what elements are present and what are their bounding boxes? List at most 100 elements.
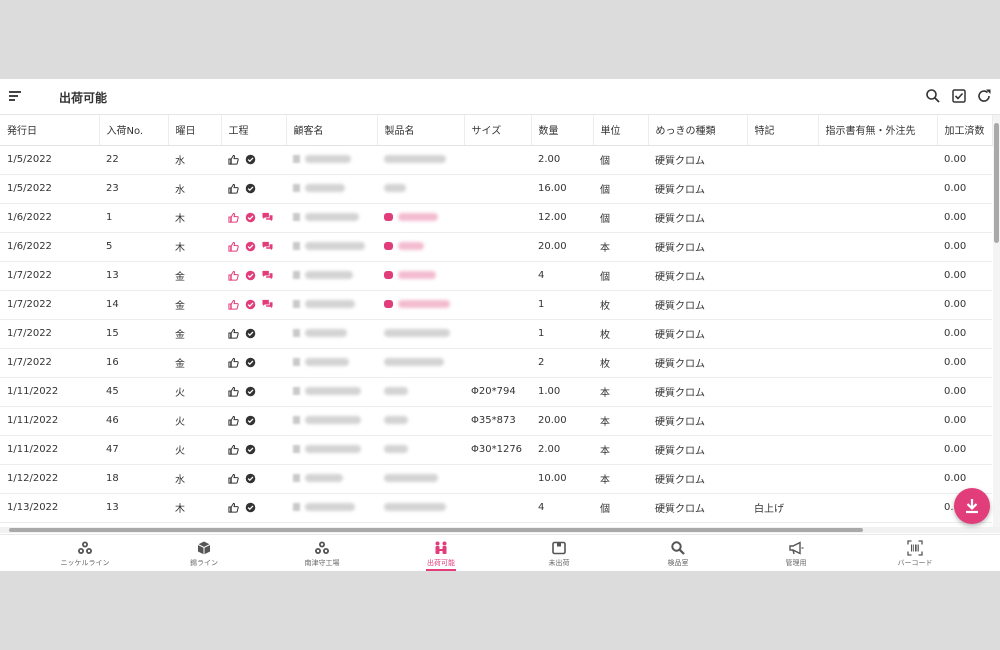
table-row[interactable]: 1/7/2022 15 金 1 枚硬質クロム 0.00 <box>0 319 992 349</box>
column-header[interactable]: 加工済数 <box>937 115 993 146</box>
thumbs-up-icon[interactable] <box>228 270 239 281</box>
download-button[interactable] <box>954 488 990 524</box>
column-header[interactable]: 入荷No. <box>99 115 169 146</box>
nav-item[interactable]: 検品室 <box>623 535 733 572</box>
customer-cell-redacted <box>286 174 377 204</box>
table-cell: 0.00 <box>937 261 992 291</box>
table-cell <box>747 319 818 349</box>
table-cell <box>464 145 531 175</box>
nav-item[interactable]: 錫ライン <box>149 535 259 572</box>
check-circle-icon[interactable] <box>245 270 256 281</box>
refresh-icon[interactable] <box>976 88 992 104</box>
table-row[interactable]: 1/13/202213木4個硬質クロム白上げ0.00 <box>0 493 992 523</box>
check-circle-icon[interactable] <box>245 415 256 426</box>
menu-icon[interactable] <box>9 89 23 103</box>
chat-icon[interactable] <box>262 299 273 310</box>
column-header[interactable]: 発行日 <box>0 115 100 146</box>
column-header[interactable]: 製品名 <box>377 115 465 146</box>
chat-icon[interactable] <box>262 212 273 223</box>
check-circle-icon[interactable] <box>245 154 256 165</box>
thumbs-up-icon[interactable] <box>228 183 239 194</box>
table-cell <box>818 290 937 320</box>
table-row[interactable]: 1/7/2022 14 金 1 枚硬質クロム 0.00 <box>0 290 992 320</box>
table-cell: 木 <box>168 232 221 262</box>
column-header[interactable]: 指示書有無・外注先 <box>818 115 938 146</box>
customer-cell-redacted <box>286 261 377 291</box>
check-circle-icon[interactable] <box>245 386 256 397</box>
table-row[interactable]: 1/11/2022 45 火 Φ20*794 1.00 本硬質クロム 0.00 <box>0 377 992 407</box>
thumbs-up-icon[interactable] <box>228 212 239 223</box>
table-cell: 個 <box>593 493 648 523</box>
thumbs-up-icon[interactable] <box>228 415 239 426</box>
product-cell-redacted <box>377 232 464 262</box>
table-cell: 2.00 <box>531 435 593 465</box>
table-row[interactable]: 1/6/2022 5 木 20.00 本硬質クロム 0.00 <box>0 232 992 262</box>
table-row[interactable]: 1/7/2022 13 金 4 個硬質クロム 0.00 <box>0 261 992 291</box>
chat-icon[interactable] <box>262 270 273 281</box>
check-circle-icon[interactable] <box>245 502 256 513</box>
nav-item[interactable]: 出荷可能 <box>386 535 496 572</box>
column-header[interactable]: 単位 <box>593 115 649 146</box>
table-cell <box>747 348 818 378</box>
thumbs-up-icon[interactable] <box>228 502 239 513</box>
nav-item[interactable]: 管理用 <box>741 535 851 572</box>
table-row[interactable]: 1/7/2022 16 金 2 枚硬質クロム 0.00 <box>0 348 992 378</box>
nav-item[interactable]: 未出荷 <box>504 535 614 572</box>
check-circle-icon[interactable] <box>245 241 256 252</box>
check-circle-icon[interactable] <box>245 328 256 339</box>
table-cell: 0.00 <box>937 435 992 465</box>
thumbs-up-icon[interactable] <box>228 386 239 397</box>
check-circle-icon[interactable] <box>245 357 256 368</box>
table-cell: Φ20*794 <box>464 377 531 407</box>
table-cell: 枚 <box>593 319 648 349</box>
table-row[interactable]: 1/5/2022 22 水 2.00 個硬質クロム 0.00 <box>0 145 992 175</box>
column-header[interactable]: 特記 <box>747 115 819 146</box>
thumbs-up-icon[interactable] <box>228 299 239 310</box>
table-cell <box>818 174 937 204</box>
check-circle-icon[interactable] <box>245 444 256 455</box>
table-row[interactable]: 1/12/2022 18 水 10.00 本硬質クロム 0.00 <box>0 464 992 494</box>
customer-cell-redacted <box>286 290 377 320</box>
column-header[interactable]: めっきの種類 <box>648 115 748 146</box>
thumbs-up-icon[interactable] <box>228 473 239 484</box>
column-header[interactable]: サイズ <box>464 115 532 146</box>
nav-item[interactable]: ニッケルライン <box>30 535 140 572</box>
vertical-scrollbar[interactable] <box>993 115 1000 527</box>
product-cell-redacted <box>377 377 464 407</box>
thumbs-up-icon[interactable] <box>228 241 239 252</box>
thumbs-up-icon[interactable] <box>228 357 239 368</box>
column-header[interactable]: 数量 <box>531 115 594 146</box>
table-cell: 硬質クロム <box>648 435 747 465</box>
process-cell <box>221 319 286 349</box>
check-circle-icon[interactable] <box>245 299 256 310</box>
thumbs-up-icon[interactable] <box>228 444 239 455</box>
table-cell <box>818 145 937 175</box>
table-cell: 0.00 <box>937 377 992 407</box>
table-cell: 1/5/2022 <box>0 145 99 175</box>
column-header[interactable]: 顧客名 <box>286 115 378 146</box>
checkbox-icon[interactable] <box>951 88 967 104</box>
column-header[interactable]: 曜日 <box>168 115 222 146</box>
molecule-icon <box>77 540 93 556</box>
table-row[interactable]: 1/11/2022 47 火 Φ30*1276 2.00 本硬質クロム 0.00 <box>0 435 992 465</box>
thumbs-up-icon[interactable] <box>228 154 239 165</box>
column-header[interactable]: 工程 <box>221 115 287 146</box>
table-cell: 個 <box>593 145 648 175</box>
check-circle-icon[interactable] <box>245 183 256 194</box>
table-cell <box>464 261 531 291</box>
table-row[interactable]: 1/11/2022 46 火 Φ35*873 20.00 本硬質クロム 0.00 <box>0 406 992 436</box>
horizontal-scrollbar[interactable] <box>0 527 1000 533</box>
thumbs-up-icon[interactable] <box>228 328 239 339</box>
nav-item[interactable]: 南津守工場 <box>267 535 377 572</box>
table-cell: 金 <box>168 348 221 378</box>
table-cell: 硬質クロム <box>648 261 747 291</box>
table-row[interactable]: 1/5/2022 23 水 16.00 個硬質クロム 0.00 <box>0 174 992 204</box>
table-cell: 硬質クロム <box>648 348 747 378</box>
nav-item[interactable]: バーコード <box>860 535 970 572</box>
search-icon[interactable] <box>925 88 941 104</box>
check-circle-icon[interactable] <box>245 473 256 484</box>
table-row[interactable]: 1/6/2022 1 木 12.00 個硬質クロム 0.00 <box>0 203 992 233</box>
check-circle-icon[interactable] <box>245 212 256 223</box>
chat-icon[interactable] <box>262 241 273 252</box>
table-cell: 水 <box>168 174 221 204</box>
